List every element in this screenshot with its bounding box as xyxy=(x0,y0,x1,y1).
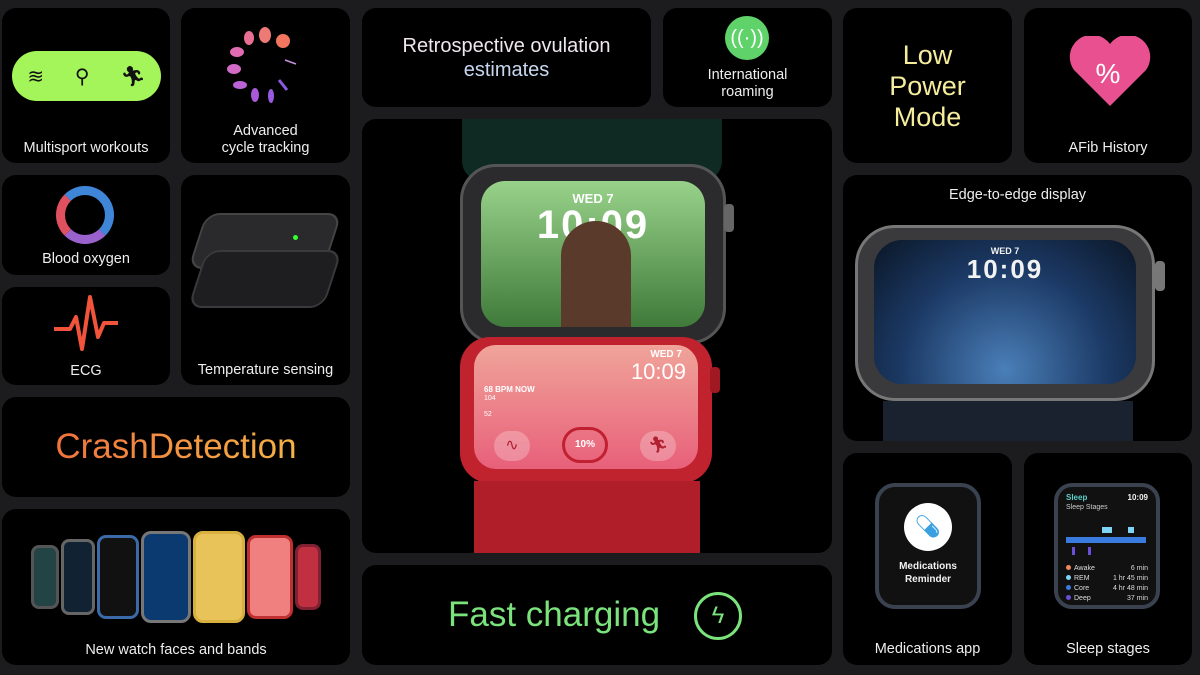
tile-title: estimates xyxy=(463,59,550,81)
tile-label: Sleep stages xyxy=(1066,641,1150,657)
stage-name: Deep xyxy=(1066,594,1091,602)
blood-oxygen-ring-icon xyxy=(56,186,114,244)
top-watch: WED 7 10:09 xyxy=(460,164,726,344)
bike-icon: ⚲ xyxy=(74,65,90,88)
stage-value: 4 hr 48 min xyxy=(1112,584,1148,592)
ecg-icon xyxy=(54,295,118,351)
tile-label: Advanced xyxy=(233,123,298,139)
cycle-dots-icon xyxy=(227,27,297,103)
tile-label: Blood oxygen xyxy=(42,251,130,267)
tile-international-roaming: ((·)) International roaming xyxy=(663,8,832,107)
tile-temperature-sensing: Temperature sensing xyxy=(181,175,350,385)
antenna-icon: ((·)) xyxy=(725,16,769,60)
sleep-stage-chart xyxy=(1066,527,1146,555)
run-icon: 🏃︎ xyxy=(120,65,146,88)
stage-name: Core xyxy=(1066,584,1089,592)
tile-cycle-tracking: Advanced cycle tracking xyxy=(181,8,350,163)
tile-ecg: ECG xyxy=(2,287,170,385)
screen-text: Medications xyxy=(899,561,957,572)
pill-icon: 💊︎ xyxy=(904,503,952,551)
stage-value: 1 hr 45 min xyxy=(1112,574,1148,582)
stage-value: 6 min xyxy=(1130,564,1148,572)
sleep-stage-row: Core 4 hr 48 min xyxy=(1066,583,1148,593)
crown-button xyxy=(724,204,734,232)
tile-hero-watch: WED 7 10:09 WED 7 10:09 68 BPM NOW 104 5… xyxy=(362,119,832,553)
tile-title: Fast charging xyxy=(448,595,661,634)
sleep-stage-row: Awake 6 min xyxy=(1066,563,1148,573)
tile-title: Low xyxy=(902,40,953,70)
tile-title: Power xyxy=(889,71,966,101)
tile-watch-faces: New watch faces and bands xyxy=(2,509,350,665)
sleep-stage-row: REM 1 hr 45 min xyxy=(1066,573,1148,583)
tile-label: cycle tracking xyxy=(221,140,310,156)
hr-max: 104 xyxy=(484,395,496,402)
stage-dot xyxy=(1066,564,1071,570)
tile-sleep-stages: Sleep 10:09 Sleep Stages Awake 6 min REM 1 … xyxy=(1024,453,1192,665)
tile-label: ECG xyxy=(70,363,102,379)
bottom-watch: WED 7 10:09 68 BPM NOW 104 52 ∿ 10% 🏃︎ xyxy=(460,337,712,483)
crown-button xyxy=(710,367,720,393)
tile-ovulation: Retrospective ovulation estimates xyxy=(362,8,651,107)
screen-title: Sleep xyxy=(1066,493,1088,502)
tile-label: roaming xyxy=(721,84,774,100)
rain-chance-complication: 10% xyxy=(562,427,608,463)
tile-medications-app: 💊︎ Medications Reminder Medications app xyxy=(843,453,1012,665)
tile-label: Temperature sensing xyxy=(197,362,334,378)
tile-label: Multisport workouts xyxy=(23,140,149,156)
tile-low-power-mode: Low Power Mode xyxy=(843,8,1012,163)
ecg-complication-icon: ∿ xyxy=(494,431,530,461)
tile-label: Edge-to-edge display xyxy=(948,187,1087,203)
stage-name: REM xyxy=(1066,574,1090,582)
swim-icon: ≋ xyxy=(27,65,45,88)
sleep-stage-row: Deep 37 min xyxy=(1066,593,1148,603)
tile-title: Mode xyxy=(893,102,962,132)
stage-dot xyxy=(1066,584,1071,590)
watch-sleep-screen: Sleep 10:09 Sleep Stages Awake 6 min REM 1 … xyxy=(1054,483,1160,609)
tile-crash-detection: CrashDetection xyxy=(2,397,350,497)
tile-title: CrashDetection xyxy=(46,427,306,467)
stage-name: Awake xyxy=(1066,564,1095,572)
screen-text: Reminder xyxy=(904,574,952,585)
workout-complication-icon: 🏃︎ xyxy=(640,431,676,461)
tile-edge-to-edge-display: Edge-to-edge display WED 7 10:09 xyxy=(843,175,1192,441)
lightning-bolt-icon: ϟ xyxy=(694,592,742,640)
screen-time: 10:09 xyxy=(1127,493,1148,502)
stage-dot xyxy=(1066,574,1071,580)
watch-medications-screen: 💊︎ Medications Reminder xyxy=(875,483,981,609)
hr-min: 52 xyxy=(484,411,492,418)
tile-label: AFib History xyxy=(1068,140,1148,156)
tile-title: Retrospective ovulation xyxy=(402,35,611,57)
braided-band xyxy=(883,401,1133,441)
tile-label: Medications app xyxy=(874,641,981,657)
tile-blood-oxygen: Blood oxygen xyxy=(2,175,170,275)
tile-fast-charging: Fast charging ϟ xyxy=(362,565,832,665)
tile-label: New watch faces and bands xyxy=(85,642,267,658)
stage-dot xyxy=(1066,594,1071,600)
watch-time: 10:09 xyxy=(966,254,1044,284)
tile-label: International xyxy=(707,67,788,83)
workout-pill: ≋ ⚲ 🏃︎ xyxy=(12,51,161,101)
stage-value: 37 min xyxy=(1126,594,1148,602)
watch-time: 10:09 xyxy=(630,359,686,384)
percent-symbol: % xyxy=(1095,58,1121,89)
watch-lineup-image xyxy=(26,527,326,627)
tile-multisport-workouts: ≋ ⚲ 🏃︎ Multisport workouts xyxy=(2,8,170,163)
portrait-photo xyxy=(561,221,631,327)
screen-subtitle: Sleep Stages xyxy=(1066,504,1108,511)
tile-afib-history: % AFib History xyxy=(1024,8,1192,163)
watch-earth-face: WED 7 10:09 xyxy=(855,225,1155,401)
heart-rate: 68 BPM NOW xyxy=(484,385,535,394)
